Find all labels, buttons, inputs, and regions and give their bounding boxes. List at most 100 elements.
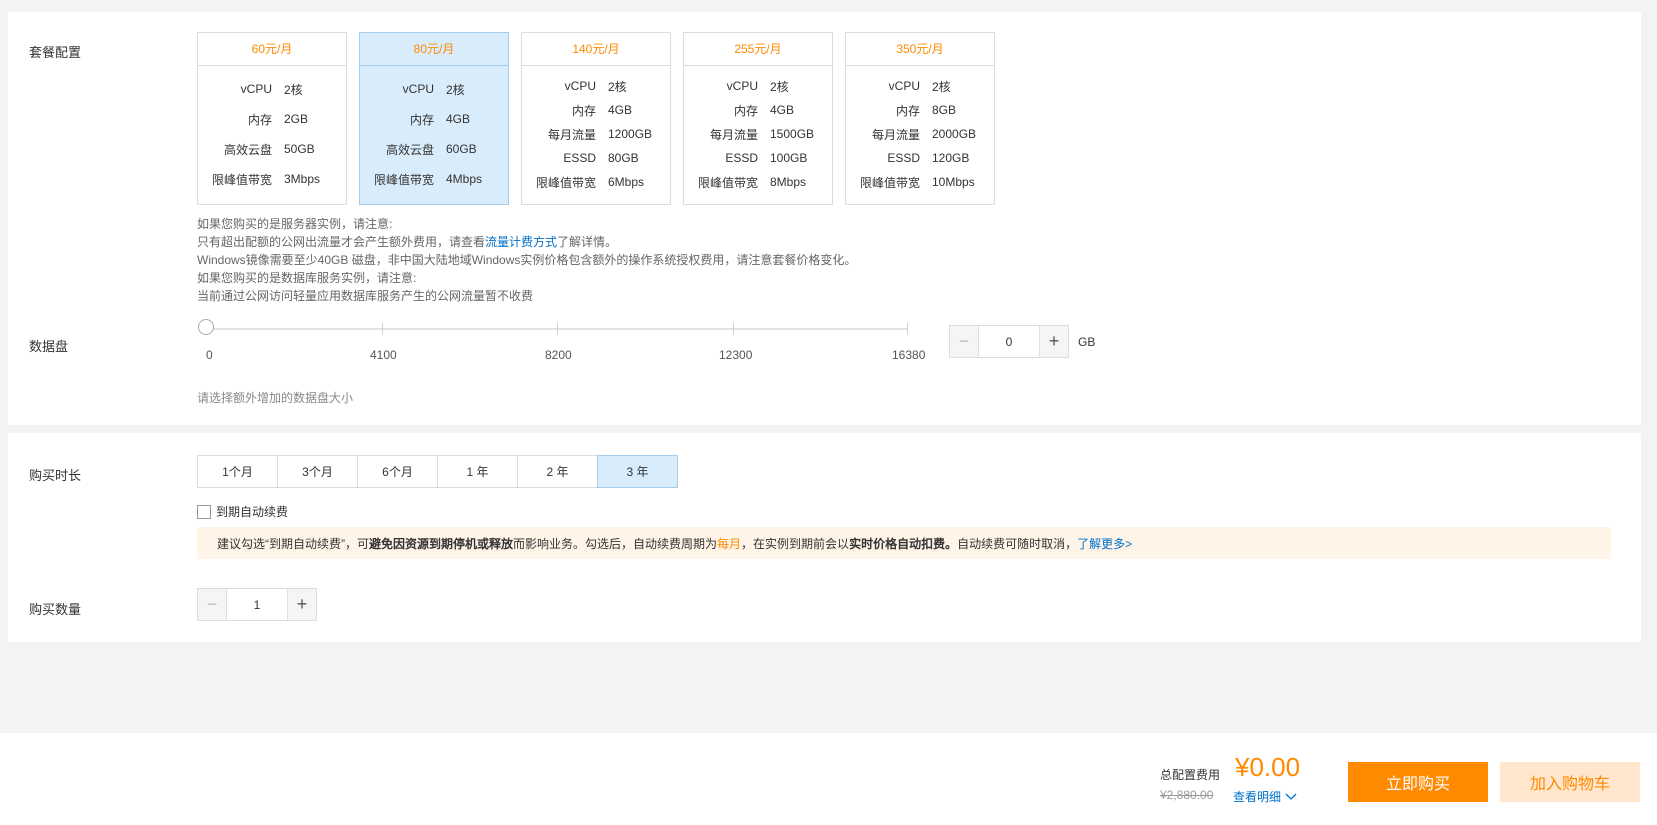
total-price: ¥0.00 [1235, 752, 1301, 782]
plan-notes: 如果您购买的是服务器实例，请注意: 只有超出配额的公网出流量才会产生额外费用，请… [197, 215, 856, 305]
note-line: 如果您购买的是数据库服务实例，请注意: [197, 271, 417, 285]
spec-value: 1200GB [608, 127, 653, 141]
minus-icon[interactable]: − [198, 589, 227, 620]
tick-label: 0 [206, 348, 213, 362]
spec-key: ESSD [563, 151, 596, 165]
spec-value: 3Mbps [284, 172, 321, 186]
slider-tick [382, 323, 383, 335]
notice-bold: 自动扣费。 [897, 536, 958, 551]
note-line: 当前通过公网访问轻量应用数据库服务产生的公网流量暂不收费 [197, 289, 534, 303]
plan-price: 80元/月 [360, 33, 508, 66]
plan-price: 140元/月 [522, 33, 670, 66]
spec-value: 60GB [446, 142, 477, 156]
note-line: 只有超出配额的公网出流量才会产生额外费用，请查看流量计费方式了解详情。 [197, 233, 856, 251]
plan-card-350[interactable]: 350元/月 vCPU 2核 内存 8GB 每月流量 2000GB ESSD 120GB… [845, 32, 995, 205]
duration-label: 购买时长 [29, 468, 82, 483]
note-text: 了解详情。 [557, 235, 618, 249]
tick-label: 12300 [719, 348, 753, 362]
spec-value: 100GB [770, 151, 808, 165]
disk-unit: GB [1078, 335, 1096, 349]
plan-card-60[interactable]: 60元/月 vCPU 2核 内存 2GB 高效云盘 50GB 限峰值带宽 3Mbps [197, 32, 347, 205]
spec-value: 2核 [284, 82, 303, 97]
spec-value: 120GB [932, 151, 970, 165]
spec-key: 内存 [895, 103, 920, 118]
plus-icon[interactable]: + [1039, 326, 1068, 357]
notice-text: ，在实例到期前会以 [741, 536, 850, 551]
plan-card-255[interactable]: 255元/月 vCPU 2核 内存 4GB 每月流量 1500GB ESSD 100GB… [683, 32, 833, 205]
spec-value: 6Mbps [608, 175, 645, 189]
spec-value: 2核 [446, 82, 465, 97]
spec-value: 2000GB [932, 127, 977, 141]
duration-option-1y[interactable]: 1 年 [437, 455, 518, 488]
quantity-stepper[interactable]: − 1 + [197, 588, 317, 621]
spec-value: 2核 [770, 79, 789, 94]
spec-key: ESSD [887, 151, 920, 165]
spec-key: 内存 [571, 103, 596, 118]
spec-value: 50GB [284, 142, 315, 156]
spec-key: 每月流量 [709, 127, 758, 142]
duration-option-6m[interactable]: 6个月 [357, 455, 438, 488]
auto-renew-label: 到期自动续费 [216, 505, 289, 519]
spec-value: 1500GB [770, 127, 815, 141]
total-label: 总配置费用 [1160, 768, 1221, 782]
traffic-billing-link[interactable]: 流量计费方式 [485, 235, 557, 249]
notice-highlight: 每月 [717, 536, 742, 551]
spec-key: 限峰值带宽 [211, 172, 272, 187]
notice-text: 自动续费可随时取消， [957, 536, 1078, 551]
spec-key: ESSD [725, 151, 758, 165]
disk-hint: 请选择额外增加的数据盘大小 [197, 391, 354, 405]
notice-bold: 实时价格 [849, 536, 898, 551]
spec-value: 4Mbps [446, 172, 483, 186]
plan-card-80[interactable]: 80元/月 vCPU 2核 内存 4GB 高效云盘 60GB 限峰值带宽 4Mbps [359, 32, 509, 205]
add-to-cart-button[interactable]: 加入购物车 [1500, 762, 1640, 802]
spec-value: 4GB [608, 103, 633, 117]
spec-key: vCPU [240, 82, 272, 96]
learn-more-link[interactable]: 了解更多> [1077, 535, 1132, 552]
notice-bold: 避免因资源到期停机或释放 [369, 536, 514, 551]
chevron-down-icon [1285, 793, 1297, 800]
spec-value: 4GB [770, 103, 795, 117]
spec-key: vCPU [726, 79, 758, 93]
quantity-value[interactable]: 1 [227, 589, 287, 620]
slider-tick [907, 323, 908, 335]
buy-now-button[interactable]: 立即购买 [1348, 762, 1488, 802]
auto-renew-notice: 建议勾选“到期自动续费”，可 避免因资源到期停机或释放 而影响业务。勾选后，自动续费… [197, 527, 1611, 559]
spec-key: 限峰值带宽 [859, 175, 920, 190]
duration-options: 1个月 3个月 6个月 1 年 2 年 3 年 [197, 455, 678, 488]
spec-key: vCPU [402, 82, 434, 96]
minus-icon[interactable]: − [950, 326, 979, 357]
spec-key: 内存 [409, 112, 434, 127]
spec-value: 10Mbps [932, 175, 975, 189]
spec-key: 内存 [733, 103, 758, 118]
disk-slider-handle[interactable] [198, 319, 214, 335]
spec-key: 高效云盘 [223, 142, 272, 157]
duration-option-3m[interactable]: 3个月 [277, 455, 358, 488]
auto-renew-row[interactable]: 到期自动续费 [197, 503, 288, 520]
plan-price: 60元/月 [198, 33, 346, 66]
duration-option-1m[interactable]: 1个月 [197, 455, 278, 488]
auto-renew-checkbox[interactable] [197, 504, 211, 519]
spec-key: 限峰值带宽 [697, 175, 758, 190]
duration-option-3y[interactable]: 3 年 [597, 455, 678, 488]
spec-value: 2GB [284, 112, 309, 126]
view-detail-link[interactable]: 查看明细 [1233, 788, 1297, 805]
slider-tick [557, 323, 558, 335]
plan-card-140[interactable]: 140元/月 vCPU 2核 内存 4GB 每月流量 1200GB ESSD 80GB … [521, 32, 671, 205]
duration-option-2y[interactable]: 2 年 [517, 455, 598, 488]
spec-value: 80GB [608, 151, 639, 165]
spec-key: 每月流量 [871, 127, 920, 142]
disk-slider-track[interactable] [207, 323, 908, 335]
spec-value: 8Mbps [770, 175, 807, 189]
spec-key: 限峰值带宽 [373, 172, 434, 187]
spec-value: 4GB [446, 112, 471, 126]
spec-value: 8GB [932, 103, 957, 117]
spec-value: 2核 [608, 79, 627, 94]
disk-size-value[interactable]: 0 [979, 326, 1039, 357]
plan-price: 350元/月 [846, 33, 994, 66]
plus-icon[interactable]: + [287, 589, 316, 620]
spec-key: 内存 [247, 112, 272, 127]
notice-text: 建议勾选“到期自动续费”，可 [217, 536, 369, 551]
spec-key: 限峰值带宽 [535, 175, 596, 190]
view-detail-label: 查看明细 [1233, 790, 1282, 804]
disk-size-stepper[interactable]: − 0 + [949, 325, 1069, 358]
